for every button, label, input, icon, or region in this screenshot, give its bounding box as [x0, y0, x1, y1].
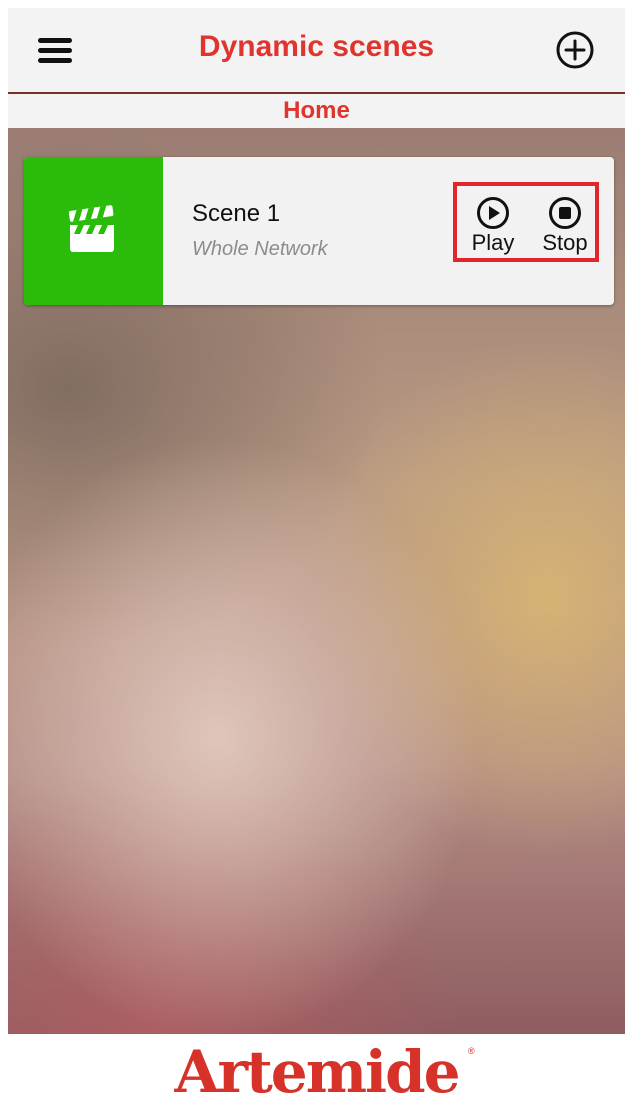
stop-label: Stop [542, 230, 588, 255]
breadcrumb: Home [8, 94, 625, 128]
registered-mark: ® [468, 1046, 475, 1056]
scene-icon-box [24, 157, 163, 305]
stop-button[interactable]: Stop [535, 186, 595, 258]
footer: Artemide ® [8, 1034, 625, 1112]
app-screen: Dynamic scenes Home Scene 1 Whole Networ… [8, 8, 625, 1112]
stop-circle-icon [549, 197, 581, 229]
page-title: Dynamic scenes [198, 30, 435, 63]
artemide-logo: Artemide [174, 1038, 460, 1106]
top-bar: Dynamic scenes [8, 8, 625, 94]
play-circle-icon [477, 197, 509, 229]
breadcrumb-home[interactable]: Home [8, 97, 625, 125]
scene-scope: Whole Network [192, 238, 328, 260]
play-label: Play [471, 230, 515, 255]
scene-controls-highlight: Play Stop [453, 182, 599, 262]
add-scene-button[interactable] [555, 30, 595, 70]
plus-circle-icon [556, 31, 594, 69]
clapperboard-icon [68, 205, 114, 252]
play-button[interactable]: Play [463, 186, 523, 258]
scene-name: Scene 1 [192, 200, 281, 227]
